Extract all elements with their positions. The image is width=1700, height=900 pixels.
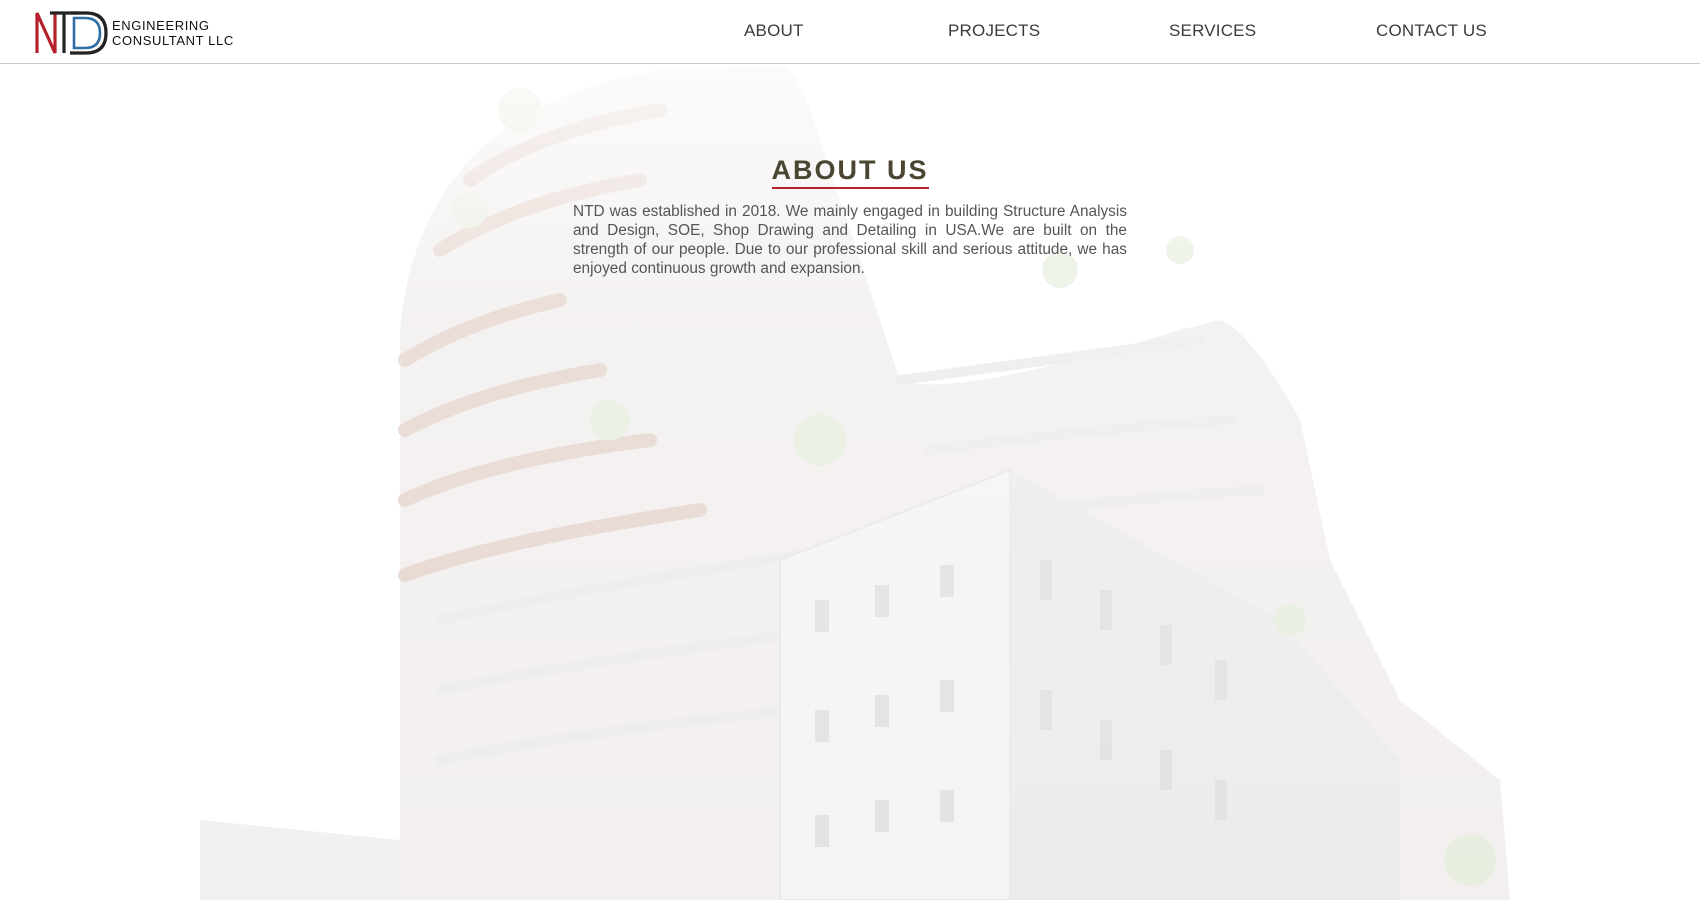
site-header: ENGINEERING CONSULTANT LLC ABOUT PROJECT… xyxy=(0,0,1700,64)
nav-services[interactable]: SERVICES xyxy=(1169,21,1256,41)
about-section: ABOUT US NTD was established in 2018. We… xyxy=(0,0,1700,900)
about-heading-wrap: ABOUT US xyxy=(0,150,1700,189)
main-nav: ABOUT PROJECTS SERVICES CONTACT US xyxy=(0,0,1700,63)
nav-projects[interactable]: PROJECTS xyxy=(948,21,1040,41)
nav-contact-us[interactable]: CONTACT US xyxy=(1376,21,1487,41)
about-body-text: NTD was established in 2018. We mainly e… xyxy=(573,203,1127,277)
nav-about[interactable]: ABOUT xyxy=(744,21,804,41)
about-heading: ABOUT US xyxy=(771,155,929,189)
